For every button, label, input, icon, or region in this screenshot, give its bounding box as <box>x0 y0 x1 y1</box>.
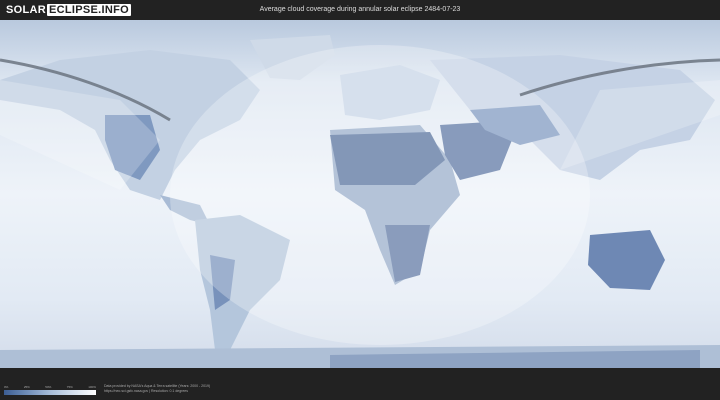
cloud-coverage-legend: 0% 25% 50% 75% 100% <box>4 385 96 395</box>
legend-color-bar <box>4 390 96 395</box>
eclipse-visibility-zone <box>170 45 590 345</box>
world-map <box>0 20 720 368</box>
data-credits: Data provided by NASA's Aqua & Terra sat… <box>104 384 210 394</box>
top-bar: SOLAR ECLIPSE.INFO Average cloud coverag… <box>0 0 720 20</box>
page-frame: SOLAR ECLIPSE.INFO Average cloud coverag… <box>0 0 720 400</box>
cloud-coverage-map <box>0 20 720 368</box>
page-title: Average cloud coverage during annular so… <box>259 6 461 13</box>
credits-line-2[interactable]: https://neo.sci.gsfc.nasa.gov | Resoluti… <box>104 389 210 394</box>
